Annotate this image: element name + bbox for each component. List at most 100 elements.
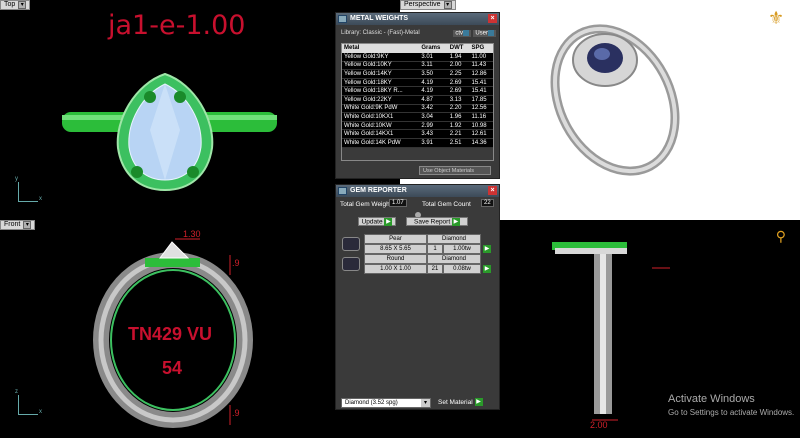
spg-value: 15.41 [469, 86, 493, 97]
metal-name: Yellow Gold:9KY [342, 52, 420, 62]
grams-value: 2.99 [419, 121, 448, 131]
use-object-materials-dropdown[interactable]: Use Object Materials [419, 166, 491, 175]
metal-row[interactable]: White Gold:14K PdW 3.91 2.51 14.36 [342, 138, 493, 148]
grams-value: 3.11 [419, 61, 448, 71]
right-viewport[interactable]: 2.00 ⚲ [500, 220, 800, 438]
dwt-value: 1.94 [447, 52, 470, 62]
grams-value: 3.91 [419, 138, 448, 148]
pear-gem-icon [342, 237, 360, 251]
col-spg[interactable]: SPG [469, 44, 493, 53]
grams-value: 4.19 [419, 78, 448, 88]
col-dwt[interactable]: DWT [447, 44, 470, 53]
ring-side-view [552, 242, 670, 421]
metal-name: Yellow Gold:18KY [342, 78, 420, 88]
gem-reporter-panel: GEM REPORTER × Total Gem Weight 1.07 Tot… [335, 184, 500, 410]
metal-weights-titlebar[interactable]: METAL WEIGHTS × [336, 13, 499, 25]
metal-row[interactable]: White Gold:10KX1 3.04 1.96 11.16 [342, 112, 493, 122]
engraving-text-2: 54 [162, 358, 183, 378]
gem-count: 1 [427, 244, 443, 254]
light-icon[interactable]: ⚲ [776, 228, 786, 245]
gem-icon [338, 187, 347, 195]
tab-user[interactable]: User [473, 30, 496, 37]
top-viewport[interactable]: Top ▾ ja1-e-1.00 y x [0, 0, 335, 220]
save-report-button[interactable]: Save Report ▶ [406, 217, 468, 226]
spg-value: 10.98 [469, 121, 493, 131]
dwt-value: 2.20 [447, 104, 470, 114]
material-select[interactable]: Diamond (3.52 spg) ▾ [341, 398, 431, 408]
dwt-value: 3.13 [447, 95, 470, 105]
grams-value: 3.42 [419, 104, 448, 114]
metal-name: White Gold:10KW [342, 121, 420, 131]
metal-row[interactable]: Yellow Gold:14KY 3.50 2.25 12.86 [342, 69, 493, 79]
update-button[interactable]: Update ▶ [358, 217, 396, 226]
col-grams[interactable]: Grams [419, 44, 448, 53]
play-icon: ▶ [474, 398, 483, 407]
close-icon[interactable]: × [488, 186, 497, 195]
metal-row[interactable]: Yellow Gold:18KY 4.19 2.69 15.41 [342, 78, 493, 88]
spg-value: 12.86 [469, 69, 493, 79]
col-metal[interactable]: Metal [342, 44, 420, 53]
total-gem-weight-label: Total Gem Weight [340, 201, 392, 208]
metal-row[interactable]: Yellow Gold:22KY 4.87 3.13 17.85 [342, 95, 493, 105]
gem-shape: Round [364, 254, 427, 264]
spg-value: 12.56 [469, 104, 493, 114]
spg-value: 12.61 [469, 129, 493, 140]
grams-value: 4.87 [419, 95, 448, 105]
play-icon: ▶ [384, 218, 393, 226]
activate-windows-subtitle: Go to Settings to activate Windows. [668, 408, 795, 417]
total-gem-count-value: 22 [481, 199, 494, 207]
metal-row[interactable]: White Gold:14KX1 3.43 2.21 12.61 [342, 129, 493, 140]
spg-value: 11.43 [469, 61, 493, 71]
engraving-text-1: TN429 VU [128, 324, 213, 344]
front-viewport[interactable]: Front ▾ 1.30 .9 .9 TN429 VU 54 z x [0, 220, 335, 438]
metal-name: Yellow Gold:10KY [342, 61, 420, 71]
gem-type: Diamond [427, 254, 481, 264]
render-icon[interactable]: ⚜ [768, 8, 788, 30]
ring-top-view [62, 72, 277, 192]
spg-value: 11.16 [469, 112, 493, 122]
gem-row[interactable]: Pear 8.65 X 5.65 Diamond 1 1.00tw ▶ [340, 234, 495, 254]
scale-icon [338, 15, 347, 23]
gem-reporter-titlebar[interactable]: GEM REPORTER × [336, 185, 499, 197]
gem-row[interactable]: Round 1.00 X 1.00 Diamond 21 0.08tw ▶ [340, 254, 495, 274]
metal-name: White Gold:14K PdW [342, 138, 420, 148]
grams-value: 4.19 [419, 86, 448, 97]
metal-row[interactable]: White Gold:9K PdW 3.42 2.20 12.56 [342, 104, 493, 114]
dwt-value: 2.69 [447, 78, 470, 88]
spg-value: 17.85 [469, 95, 493, 105]
total-gem-count-label: Total Gem Count [422, 201, 471, 208]
grams-value: 3.04 [419, 112, 448, 122]
metal-name: Yellow Gold:14KY [342, 69, 420, 79]
dwt-value: 2.00 [447, 61, 470, 71]
dwt-value: 2.25 [447, 69, 470, 79]
metal-weights-table: Metal Grams DWT SPG Yellow Gold:9KY 3.01 1… [341, 43, 494, 161]
dimension-bottom: .9 [232, 408, 240, 418]
metal-row[interactable]: Yellow Gold:10KY 3.11 2.00 11.43 [342, 61, 493, 71]
chevron-down-icon: ▾ [421, 399, 430, 407]
spg-value: 11.00 [469, 52, 493, 62]
library-label: Library: Classic - (Fast)-Metal [341, 30, 420, 36]
dwt-value: 1.96 [447, 112, 470, 122]
metal-row[interactable]: Yellow Gold:18KY R... 4.19 2.69 15.41 [342, 86, 493, 97]
close-icon[interactable]: × [488, 14, 497, 23]
tab-ctv[interactable]: ctv [453, 30, 471, 37]
dwt-value: 1.92 [447, 121, 470, 131]
grams-value: 3.50 [419, 69, 448, 79]
metal-row[interactable]: Yellow Gold:9KY 3.01 1.94 11.00 [342, 52, 493, 62]
select-gem-button[interactable]: ▶ [483, 265, 491, 273]
dimension-width: 2.00 [590, 420, 608, 430]
spg-value: 15.41 [469, 78, 493, 88]
gem-weight: 0.08tw [443, 264, 481, 274]
grams-value: 3.43 [419, 129, 448, 140]
metal-name: White Gold:10KX1 [342, 112, 420, 122]
round-gem-icon [342, 257, 360, 271]
gem-size: 8.65 X 5.65 [364, 244, 427, 254]
dwt-value: 2.51 [447, 138, 470, 148]
select-gem-button[interactable]: ▶ [483, 245, 491, 253]
set-material-button[interactable]: Set Material ▶ [438, 398, 483, 408]
axis-indicator: y x [15, 176, 42, 202]
gem-size: 1.00 X 1.00 [364, 264, 427, 274]
play-icon: ▶ [451, 218, 460, 226]
metal-row[interactable]: White Gold:10KW 2.99 1.92 10.98 [342, 121, 493, 131]
gem-shape: Pear [364, 234, 427, 244]
